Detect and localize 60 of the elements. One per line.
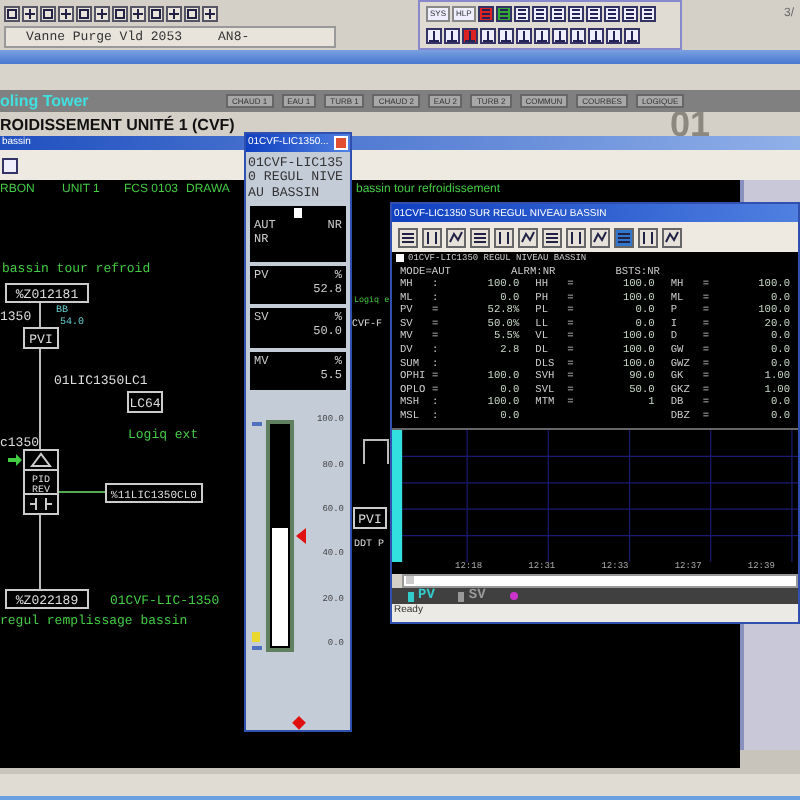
tool-icon[interactable] [462, 27, 478, 44]
high-limit-icon [252, 422, 262, 427]
tool-icon[interactable] [184, 5, 200, 21]
tool-icon[interactable] [498, 27, 514, 44]
tool-icon[interactable] [477, 6, 494, 23]
signal-line [55, 491, 107, 493]
tool-icon[interactable] [585, 6, 602, 23]
signal-line [363, 439, 389, 465]
tool-icon[interactable] [22, 5, 38, 21]
trend-bar [392, 430, 403, 562]
tool-icon[interactable] [624, 27, 640, 44]
tool-icon[interactable] [422, 227, 442, 247]
scrollbar[interactable] [402, 574, 798, 588]
tool-icon[interactable] [148, 5, 164, 21]
tool-icon[interactable] [639, 6, 656, 23]
tool-icon[interactable] [426, 27, 442, 44]
tool-icon[interactable] [4, 5, 20, 21]
tool-icon[interactable] [570, 27, 586, 44]
tool-icon[interactable] [549, 6, 566, 23]
tool-icon[interactable] [480, 27, 496, 44]
tool-icon[interactable] [40, 5, 56, 21]
tool-icon[interactable] [94, 5, 110, 21]
tool-icon[interactable] [606, 27, 622, 44]
tool-icon[interactable] [662, 227, 682, 247]
checkbox-icon[interactable] [396, 254, 404, 262]
tool-icon[interactable] [202, 5, 218, 21]
plant-title: oling Tower [0, 92, 91, 110]
tool-icon[interactable] [2, 157, 18, 173]
tool-icon[interactable] [470, 227, 490, 247]
tool-icon[interactable] [513, 6, 530, 23]
tool-icon[interactable] [542, 227, 562, 247]
tool-icon[interactable] [590, 227, 610, 247]
alarm-diamond-icon [291, 716, 305, 730]
tool-icon[interactable] [494, 227, 514, 247]
tool-icon[interactable] [614, 227, 634, 247]
tool-icon[interactable] [603, 6, 620, 23]
low-limit-icon [252, 646, 262, 651]
close-icon[interactable] [334, 135, 348, 150]
tool-icon[interactable] [130, 5, 146, 21]
tool-icon[interactable] [588, 27, 604, 44]
tool-icon[interactable] [495, 6, 512, 23]
tool-icon[interactable] [638, 227, 658, 247]
tool-icon[interactable] [516, 27, 532, 44]
tool-icon[interactable] [112, 5, 128, 21]
tool-icon[interactable] [58, 5, 74, 21]
tool-icon[interactable] [534, 27, 550, 44]
arrow-icon [8, 454, 22, 466]
section-title: ROIDISSEMENT UNITÉ 1 (CVF) [0, 115, 235, 133]
tool-icon[interactable] [166, 5, 182, 21]
tool-icon[interactable] [398, 227, 418, 247]
status-indicator-icon [294, 208, 302, 219]
tool-icon[interactable] [566, 227, 586, 247]
tool-icon[interactable] [76, 5, 92, 21]
tool-icon[interactable] [444, 27, 460, 44]
tool-icon[interactable] [531, 6, 548, 23]
tool-icon[interactable] [518, 227, 538, 247]
tool-icon[interactable] [446, 227, 466, 247]
tool-icon[interactable] [552, 27, 568, 44]
tool-icon[interactable] [567, 6, 584, 23]
tool-icon[interactable] [621, 6, 638, 23]
